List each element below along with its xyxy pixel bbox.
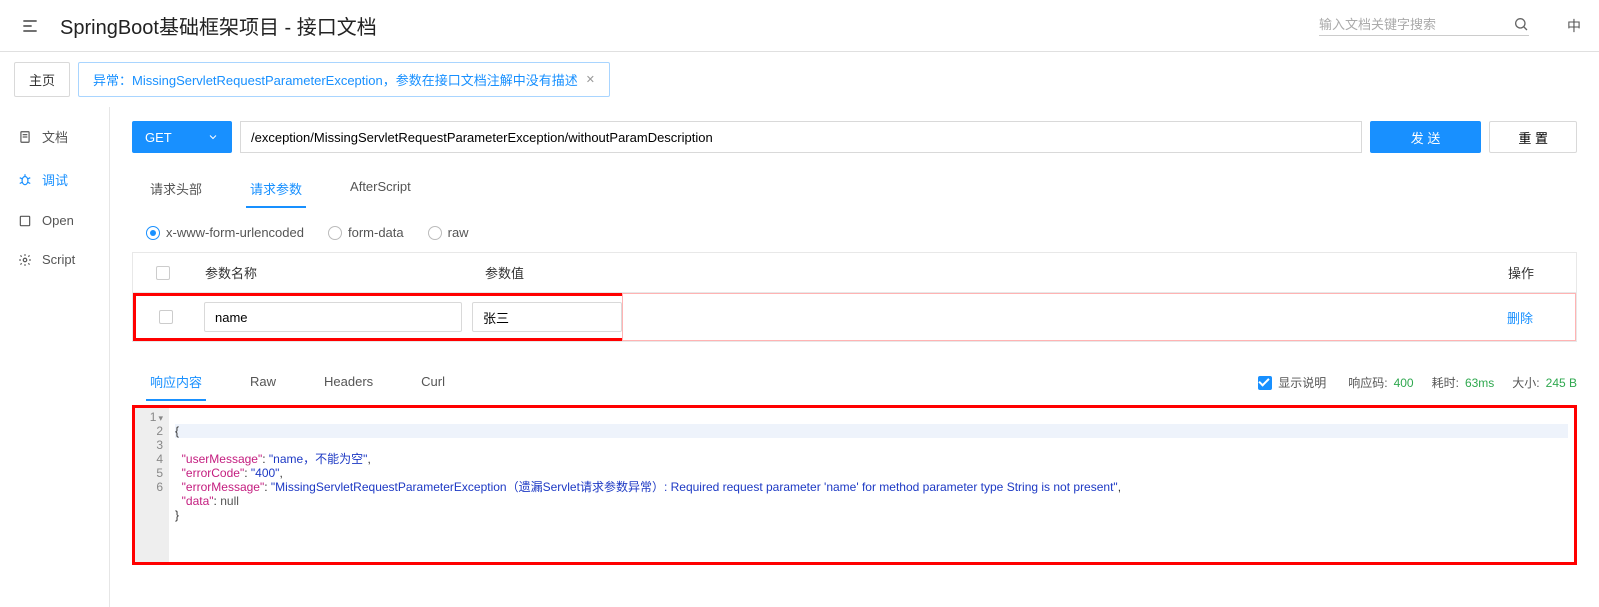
close-icon[interactable]: ✕ xyxy=(586,73,595,86)
radio-label: x-www-form-urlencoded xyxy=(166,225,304,240)
delete-link[interactable]: 删除 xyxy=(1507,311,1533,326)
topbar: SpringBoot基础框架项目 - 接口文档 中 xyxy=(0,0,1599,52)
sidebar: 文档 调试 Open Script xyxy=(0,107,110,607)
row-checkbox-cell xyxy=(136,300,196,334)
header-name: 参数名称 xyxy=(193,253,473,292)
sidebar-label: Open xyxy=(42,213,74,228)
resp-tab-headers[interactable]: Headers xyxy=(320,366,377,399)
sidebar-item-script[interactable]: Script xyxy=(0,240,109,279)
json-val: null xyxy=(220,494,239,508)
json-key: "errorMessage" xyxy=(182,480,265,494)
sidebar-label: 调试 xyxy=(42,170,68,189)
send-button[interactable]: 发 送 xyxy=(1370,121,1482,153)
reset-button[interactable]: 重 置 xyxy=(1489,121,1577,153)
method-label: GET xyxy=(145,130,172,145)
checkbox-row[interactable] xyxy=(159,310,173,324)
json-key: "data" xyxy=(182,494,214,508)
resp-tab-body[interactable]: 响应内容 xyxy=(146,364,206,401)
subtab-params[interactable]: 请求参数 xyxy=(246,171,306,208)
chevron-down-icon xyxy=(207,131,219,143)
radio-raw[interactable]: raw xyxy=(428,225,469,240)
lang-toggle[interactable]: 中 xyxy=(1567,16,1581,36)
app-title: SpringBoot基础框架项目 - 接口文档 xyxy=(60,11,377,40)
sidebar-item-docs[interactable]: 文档 xyxy=(0,115,109,158)
subtab-afterscript[interactable]: AfterScript xyxy=(346,171,415,208)
response-stats: 显示说明 响应码: 400 耗时: 63ms 大小: 245 B xyxy=(1258,374,1577,391)
header-op: 操作 xyxy=(1496,253,1576,292)
status-label: 响应码: xyxy=(1348,374,1387,391)
subtab-headers[interactable]: 请求头部 xyxy=(146,171,206,208)
request-subtabs: 请求头部 请求参数 AfterScript xyxy=(132,171,1577,209)
bug-icon xyxy=(18,173,32,187)
main: GET 发 送 重 置 请求头部 请求参数 AfterScript x-www-… xyxy=(110,107,1599,607)
checkbox-all[interactable] xyxy=(156,266,170,280)
json-key: "errorCode" xyxy=(182,466,245,480)
json-val: "MissingServletRequestParameterException… xyxy=(271,480,1118,494)
param-value-input[interactable] xyxy=(472,302,622,332)
line-gutter: 123456 xyxy=(135,408,169,562)
radio-urlencoded[interactable]: x-www-form-urlencoded xyxy=(146,225,304,240)
encoding-row: x-www-form-urlencoded form-data raw xyxy=(132,225,1577,240)
url-input[interactable] xyxy=(240,121,1362,153)
tab-home-label: 主页 xyxy=(29,70,55,89)
search-wrap xyxy=(1319,15,1529,36)
sidebar-item-open[interactable]: Open xyxy=(0,201,109,240)
doc-icon xyxy=(18,130,32,144)
header-checkbox-cell xyxy=(133,253,193,292)
size-label: 大小: xyxy=(1512,374,1539,391)
response-body: 123456 { "userMessage": "name，不能为空", "er… xyxy=(132,405,1577,565)
json-key: "userMessage" xyxy=(182,452,263,466)
radio-label: raw xyxy=(448,225,469,240)
show-desc-checkbox[interactable] xyxy=(1258,376,1272,390)
tab-active-label: 异常：MissingServletRequestParameterExcepti… xyxy=(93,70,578,89)
method-select[interactable]: GET xyxy=(132,121,232,153)
tab-active[interactable]: 异常：MissingServletRequestParameterExcepti… xyxy=(78,62,610,97)
code-area[interactable]: { "userMessage": "name，不能为空", "errorCode… xyxy=(169,408,1574,562)
radio-label: form-data xyxy=(348,225,404,240)
time-label: 耗时: xyxy=(1432,374,1459,391)
gear-icon xyxy=(18,253,32,267)
param-table-head: 参数名称 参数值 操作 xyxy=(133,253,1576,293)
request-bar: GET 发 送 重 置 xyxy=(132,121,1577,153)
json-val: "name，不能为空" xyxy=(269,452,368,466)
param-name-input[interactable] xyxy=(204,302,462,332)
json-val: "400" xyxy=(251,466,280,480)
radio-formdata[interactable]: form-data xyxy=(328,225,404,240)
table-row: 删除 xyxy=(133,293,1576,341)
sidebar-label: Script xyxy=(42,252,75,267)
sidebar-item-debug[interactable]: 调试 xyxy=(0,158,109,201)
search-icon[interactable] xyxy=(1513,15,1529,33)
header-value: 参数值 xyxy=(473,253,1496,292)
tabs-row: 主页 异常：MissingServletRequestParameterExce… xyxy=(0,52,1599,107)
search-input[interactable] xyxy=(1319,17,1505,32)
size-value: 245 B xyxy=(1546,376,1577,390)
response-tabs: 响应内容 Raw Headers Curl 显示说明 响应码: 400 耗时: … xyxy=(132,364,1577,401)
param-table: 参数名称 参数值 操作 删除 xyxy=(132,252,1577,342)
tab-home[interactable]: 主页 xyxy=(14,62,70,97)
time-value: 63ms xyxy=(1465,376,1494,390)
menu-icon[interactable] xyxy=(18,14,42,38)
open-icon xyxy=(18,214,32,228)
status-value: 400 xyxy=(1394,376,1414,390)
resp-tab-curl[interactable]: Curl xyxy=(417,366,449,399)
sidebar-label: 文档 xyxy=(42,127,68,146)
show-desc-label: 显示说明 xyxy=(1278,374,1326,391)
resp-tab-raw[interactable]: Raw xyxy=(246,366,280,399)
